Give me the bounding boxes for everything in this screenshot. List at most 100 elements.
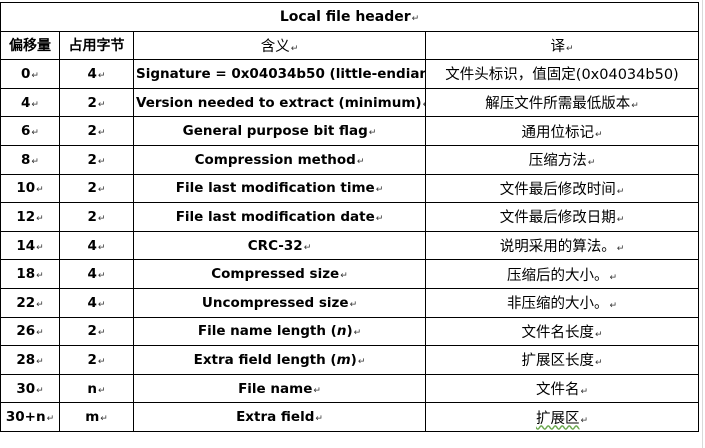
meaning-cell: File name↵: [133, 373, 426, 404]
paragraph-mark-icon: ↵: [353, 328, 362, 339]
local-file-header-table: Local file header↵ 偏移量 占用字节 含义↵ 译↵ 0↵ 4↵…: [0, 2, 700, 432]
offset-value: 6: [21, 123, 31, 140]
paragraph-mark-icon: ↵: [31, 128, 39, 139]
translation-cell: 压缩方法↵: [424, 144, 700, 175]
offset-cell: 6↵: [0, 116, 60, 146]
translation-value: 压缩后的大小。: [506, 267, 609, 284]
paragraph-mark-icon: ↵: [594, 329, 603, 340]
table-row: 8↵ 2↵ Compression method↵ 压缩方法↵: [0, 144, 700, 175]
translation-cell: 文件最后修改时间↵: [424, 173, 700, 204]
paragraph-mark-icon: ↵: [375, 185, 384, 196]
paragraph-mark-icon: ↵: [411, 13, 420, 24]
meaning-cell: File last modification time↵: [133, 173, 426, 204]
size-value: 4: [87, 65, 97, 82]
offset-cell: 22↵: [0, 287, 60, 318]
paragraph-mark-icon: ↵: [616, 244, 625, 255]
size-value: 2: [87, 94, 97, 111]
paragraph-mark-icon: ↵: [303, 242, 312, 253]
translation-value: 扩展区: [535, 410, 580, 427]
meaning-cell: General purpose bit flag↵: [133, 116, 426, 146]
column-header-offset: 偏移量: [0, 30, 60, 61]
offset-value: 12: [16, 208, 36, 225]
translation-value: 文件最后修改时间: [499, 181, 616, 198]
meaning-value: Version needed to extract (minimum): [136, 94, 422, 111]
paragraph-mark-icon: ↵: [97, 70, 106, 81]
column-header-size-label: 占用字节: [68, 38, 125, 55]
meaning-value: General purpose bit flag: [182, 123, 368, 140]
translation-cell: 文件最后修改日期↵: [424, 202, 700, 232]
size-value: 2: [87, 351, 97, 368]
size-cell: 2↵: [59, 316, 134, 347]
paragraph-mark-icon: ↵: [616, 215, 625, 226]
offset-cell: 10↵: [0, 173, 60, 204]
paragraph-mark-icon: ↵: [31, 156, 39, 167]
meaning-value: Extra field: [236, 409, 315, 426]
table-row: 28↵ 2↵ Extra field length (m)↵ 扩展区长度↵: [0, 345, 700, 375]
offset-value: 18: [16, 266, 36, 283]
paragraph-mark-icon: ↵: [97, 356, 106, 367]
size-value: 2: [87, 123, 97, 140]
size-cell: n↵: [59, 373, 134, 404]
paragraph-mark-icon: ↵: [97, 328, 106, 339]
paragraph-mark-icon: ↵: [98, 385, 106, 396]
translation-value: 非压缩的大小。: [506, 296, 609, 313]
paragraph-mark-icon: ↵: [36, 242, 44, 253]
column-header-meaning: 含义↵: [133, 30, 426, 61]
paragraph-mark-icon: ↵: [97, 299, 106, 310]
paragraph-mark-icon: ↵: [580, 415, 589, 426]
paragraph-mark-icon: ↵: [340, 271, 348, 282]
offset-cell: 0↵: [0, 59, 60, 89]
table-row: 22↵ 4↵ Uncompressed size↵ 非压缩的大小。↵: [0, 287, 700, 318]
offset-value: 0: [21, 65, 31, 82]
translation-cell: 文件名↵: [424, 373, 700, 404]
size-cell: 4↵: [59, 287, 134, 318]
page-edge-line: [702, 0, 703, 448]
size-cell: 2↵: [59, 345, 134, 375]
size-value: 4: [87, 266, 97, 283]
translation-value: 扩展区长度: [521, 353, 594, 370]
paragraph-mark-icon: ↵: [36, 213, 44, 224]
paragraph-mark-icon: ↵: [609, 301, 618, 312]
meaning-cell: Compressed size↵: [133, 259, 426, 289]
meaning-value: Compressed size: [211, 266, 340, 283]
paragraph-mark-icon: ↵: [36, 328, 44, 339]
size-cell: m↵: [59, 402, 134, 432]
meaning-value: CRC-32: [247, 237, 303, 254]
paragraph-mark-icon: ↵: [36, 356, 44, 367]
table-row: 14↵ 4↵ CRC-32↵ 说明采用的算法。↵: [0, 230, 700, 261]
meaning-suffix: ): [346, 323, 353, 340]
paragraph-mark-icon: ↵: [36, 185, 44, 196]
paragraph-mark-icon: ↵: [46, 414, 55, 425]
translation-cell: 解压文件所需最低版本↵: [424, 87, 700, 118]
meaning-cell: Version needed to extract (minimum)↵: [133, 87, 426, 118]
column-header-translation: 译↵: [424, 30, 700, 61]
offset-value: 22: [16, 294, 36, 311]
column-header-size: 占用字节: [59, 30, 134, 61]
paragraph-mark-icon: ↵: [97, 156, 106, 167]
table-row: 12↵ 2↵ File last modification date↵ 文件最后…: [0, 202, 700, 232]
paragraph-mark-icon: ↵: [368, 128, 377, 139]
paragraph-mark-icon: ↵: [631, 101, 639, 112]
translation-value: 说明采用的算法。: [499, 239, 616, 256]
paragraph-mark-icon: ↵: [594, 129, 603, 140]
paragraph-mark-icon: ↵: [357, 356, 366, 367]
translation-cell: 非压缩的大小。↵: [424, 287, 700, 318]
meaning-value: File last modification date: [175, 208, 375, 225]
offset-cell: 8↵: [0, 144, 60, 175]
offset-value: 30+n: [5, 409, 46, 426]
meaning-prefix: File name length (: [197, 323, 337, 340]
paragraph-mark-icon: ↵: [97, 128, 106, 139]
translation-value: 文件名长度: [521, 324, 594, 341]
table-row: 26↵ 2↵ File name length (n)↵ 文件名长度↵: [0, 316, 700, 347]
paragraph-mark-icon: ↵: [315, 414, 323, 425]
paragraph-mark-icon: ↵: [609, 272, 618, 283]
offset-cell: 14↵: [0, 230, 60, 261]
offset-value: 10: [16, 180, 36, 197]
paragraph-mark-icon: ↵: [36, 385, 44, 396]
paragraph-mark-icon: ↵: [36, 299, 44, 310]
meaning-variable: n: [336, 323, 347, 340]
meaning-cell: Compression method↵: [133, 144, 426, 175]
paragraph-mark-icon: ↵: [594, 358, 603, 369]
translation-value: 压缩方法: [528, 153, 587, 170]
paragraph-mark-icon: ↵: [97, 213, 106, 224]
